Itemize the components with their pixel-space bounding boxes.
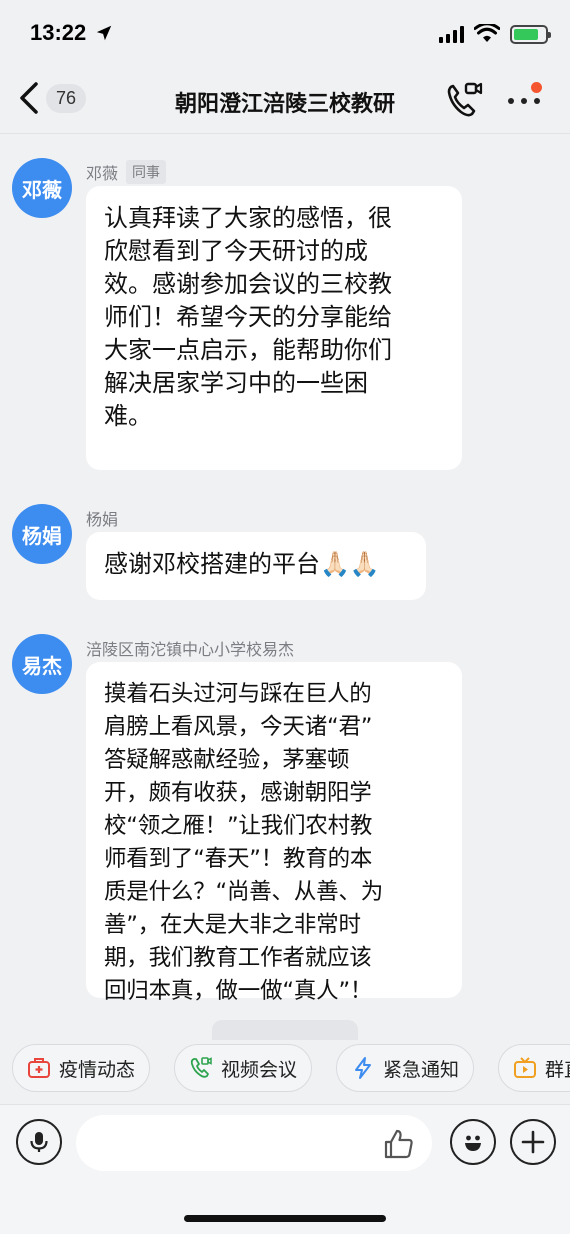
quick-actions-bar: 疫情动态 视频会议 紧急通知 群直播 xyxy=(0,1044,570,1102)
message-line: 效。感谢参加会议的三校教 xyxy=(104,270,392,298)
sender-row: 杨娟 xyxy=(86,506,118,530)
sender-row: 邓薇 同事 xyxy=(86,160,167,184)
message-line: 善”，在大是大非之非常时 xyxy=(104,912,361,938)
quick-action-epidemic[interactable]: 疫情动态 xyxy=(12,1044,151,1092)
voice-input-button[interactable] xyxy=(16,1119,62,1165)
message-line: 质是什么？“尚善、从善、为 xyxy=(104,879,384,905)
chat-header: 76 朝阳澄江涪陵三校教研 xyxy=(0,66,570,134)
video-call-button[interactable] xyxy=(444,80,484,120)
avatar[interactable]: 易杰 xyxy=(12,634,72,694)
status-time: 13:22 xyxy=(30,20,87,45)
message-line: 开，颇有收获，感谢朝阳学 xyxy=(104,780,372,806)
lightning-icon xyxy=(355,1057,371,1079)
location-arrow-icon xyxy=(96,25,112,41)
message-line: 师看到了“春天”！教育的本 xyxy=(104,846,373,872)
wifi-icon xyxy=(474,24,500,42)
message-line: 肩膀上看风景，今天诸“君” xyxy=(104,714,373,740)
sender-row: 涪陵区南沱镇中心小学校易杰 xyxy=(86,636,294,660)
sender-name: 杨娟 xyxy=(86,510,119,529)
message-line: 感谢邓校搭建的平台 xyxy=(104,550,320,578)
message-line: 期，我们教育工作者就应该 xyxy=(104,945,372,971)
message-line: 师们！希望今天的分享能给 xyxy=(104,303,392,331)
smiley-face-icon xyxy=(465,1135,481,1151)
message-line: 欣慰看到了今天研讨的成 xyxy=(104,237,368,265)
plus-icon xyxy=(521,1130,545,1154)
battery-icon xyxy=(510,24,551,44)
message-line: 回归本真，做一做“真人”！ xyxy=(104,978,373,1004)
first-aid-kit-icon xyxy=(28,1058,50,1078)
tv-icon xyxy=(514,1057,536,1078)
chat-title: 朝阳澄江涪陵三校教研 xyxy=(174,92,395,117)
emoji-button[interactable] xyxy=(450,1119,496,1165)
quick-action-label: 疫情动态 xyxy=(59,1058,136,1081)
folded-hands-emoji: 🙏🏻🙏🏻 xyxy=(320,550,380,578)
video-call-icon xyxy=(190,1057,212,1078)
quick-action-label: 视频会议 xyxy=(221,1058,298,1081)
notification-dot xyxy=(531,82,542,93)
quick-action-label: 群直播 xyxy=(545,1058,570,1081)
add-attachment-button[interactable] xyxy=(510,1119,556,1165)
message-line: 解决居家学习中的一些困 xyxy=(104,369,368,397)
avatar[interactable]: 杨娟 xyxy=(12,504,72,564)
quick-action-label: 紧急通知 xyxy=(383,1058,460,1081)
avatar[interactable]: 邓薇 xyxy=(12,158,72,218)
home-indicator xyxy=(184,1215,386,1222)
more-dots-icon xyxy=(508,98,540,104)
message-line: 大家一点启示，能帮助你们 xyxy=(104,336,392,364)
message-bubble[interactable]: 摸着石头过河与踩在巨人的 肩膀上看风景，今天诸“君” 答疑解惑献经验，茅塞顿 开… xyxy=(86,662,462,1004)
message-input-bar xyxy=(0,1104,570,1234)
message-line: 答疑解惑献经验，茅塞顿 xyxy=(104,747,350,773)
quick-action-video-meeting[interactable]: 视频会议 xyxy=(174,1044,313,1092)
microphone-icon xyxy=(30,1132,48,1152)
message-bubble[interactable]: 感谢邓校搭建的平台🙏🏻🙏🏻 xyxy=(86,532,426,600)
status-indicators xyxy=(439,24,551,44)
message-bubble[interactable]: 认真拜读了大家的感悟，很 欣慰看到了今天研讨的成 效。感谢参加会议的三校教 师们… xyxy=(86,186,462,470)
message-line: 认真拜读了大家的感悟，很 xyxy=(104,204,392,232)
message-line: 摸着石头过河与踩在巨人的 xyxy=(104,681,372,707)
quick-action-urgent-notice[interactable]: 紧急通知 xyxy=(336,1044,475,1092)
message-line: 校“领之雁！”让我们农村教 xyxy=(104,813,373,839)
colleague-tag: 同事 xyxy=(126,160,167,184)
timestamp-pill xyxy=(212,1020,358,1040)
message-line: 难。 xyxy=(104,402,152,430)
quick-action-group-live[interactable]: 群直播 xyxy=(498,1044,570,1092)
cellular-signal-icon xyxy=(439,25,464,43)
status-bar: 13:22 xyxy=(0,0,570,66)
thumbs-up-icon[interactable] xyxy=(382,1127,416,1161)
more-options-button[interactable] xyxy=(502,80,546,120)
sender-name: 涪陵区南沱镇中心小学校易杰 xyxy=(86,640,295,659)
sender-name: 邓薇 xyxy=(86,164,119,183)
message-input[interactable] xyxy=(76,1115,432,1171)
